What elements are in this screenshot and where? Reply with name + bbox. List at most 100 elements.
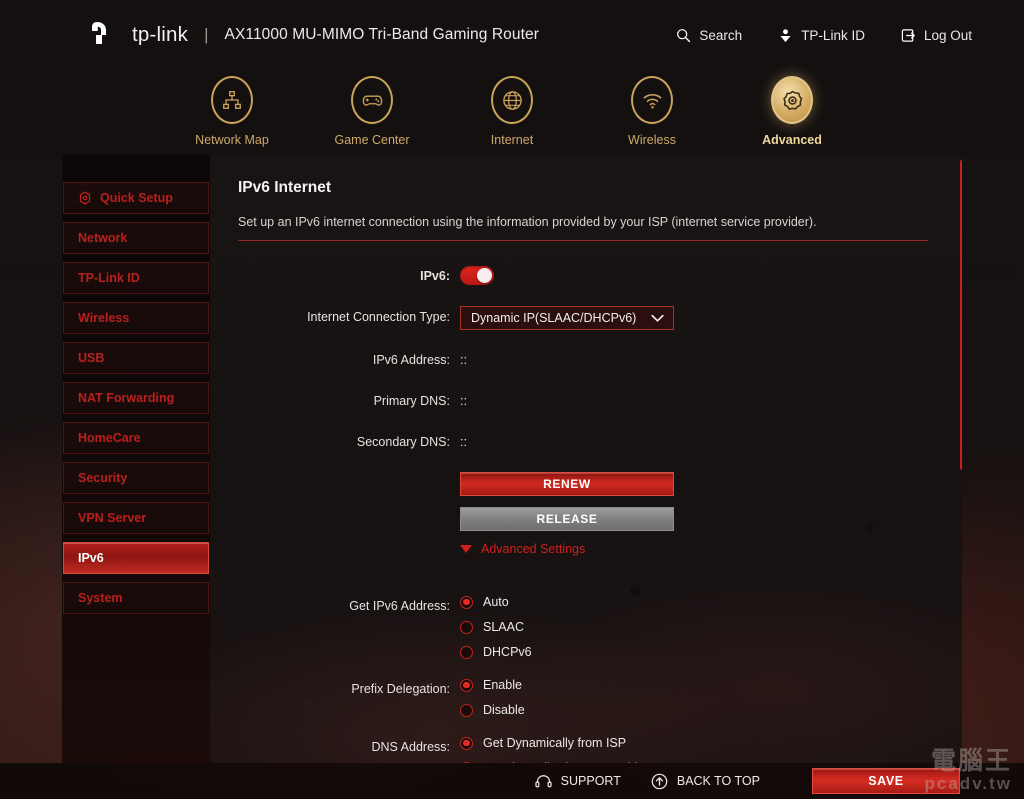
sidebar-item-security[interactable]: Security bbox=[63, 462, 209, 494]
sidebar-item-quick-setup[interactable]: Quick Setup bbox=[63, 182, 209, 214]
nav-label-wireless: Wireless bbox=[628, 133, 676, 147]
ipv6-toggle-switch[interactable] bbox=[460, 266, 494, 285]
arrow-up-circle-icon bbox=[651, 773, 668, 789]
network-map-icon bbox=[223, 91, 241, 109]
row-ipv6-toggle: IPv6: bbox=[238, 265, 928, 287]
nav-item-advanced[interactable]: Advanced bbox=[722, 70, 862, 158]
radio-option-dhcpv6[interactable]: DHCPv6 bbox=[460, 645, 532, 659]
page-title: IPv6 Internet bbox=[238, 179, 332, 196]
brand-separator: | bbox=[204, 25, 209, 44]
tp-link-id-icon bbox=[780, 28, 791, 42]
radio-icon-auto bbox=[460, 595, 473, 609]
save-button[interactable]: SAVE bbox=[812, 768, 960, 794]
nav-label-internet: Internet bbox=[490, 133, 534, 147]
main-navigation: Network Map Game Center Internet Wireles… bbox=[0, 70, 1024, 158]
radio-option-enable[interactable]: Enable bbox=[460, 678, 525, 692]
nav-label-game-center: Game Center bbox=[334, 133, 410, 147]
action-buttons-group: RENEW RELEASE Advanced Settings bbox=[460, 472, 674, 576]
radio-group-get-ipv6-address: Auto SLAAC DHCPv6 bbox=[460, 595, 532, 659]
panel-scrollbar-thumb[interactable] bbox=[960, 160, 962, 470]
radio-label-slaac: SLAAC bbox=[483, 620, 524, 634]
renew-button[interactable]: RENEW bbox=[460, 472, 674, 496]
gear-icon bbox=[782, 90, 802, 110]
page-description: Set up an IPv6 internet connection using… bbox=[238, 215, 928, 241]
gamepad-icon-wrap bbox=[351, 76, 393, 124]
headset-icon bbox=[535, 774, 552, 787]
sidebar-item-usb[interactable]: USB bbox=[63, 342, 209, 374]
tp-link-id-button[interactable]: TP-Link ID bbox=[778, 28, 865, 43]
nav-item-internet[interactable]: Internet bbox=[442, 70, 582, 158]
logout-button[interactable]: Log Out bbox=[901, 28, 972, 43]
wifi-icon-wrap bbox=[631, 76, 673, 124]
sidebar-item-vpn-server[interactable]: VPN Server bbox=[63, 502, 209, 534]
logout-icon bbox=[901, 28, 915, 42]
search-button[interactable]: Search bbox=[676, 28, 742, 43]
network-map-icon-wrap bbox=[211, 76, 253, 124]
connection-type-select[interactable]: Dynamic IP(SLAAC/DHCPv6) bbox=[460, 306, 674, 330]
label-primary-dns: Primary DNS: bbox=[373, 394, 450, 408]
header-actions: Search TP-Link ID Log Out bbox=[676, 28, 972, 43]
sidebar-label-quick-setup: Quick Setup bbox=[100, 191, 173, 205]
label-secondary-dns: Secondary DNS: bbox=[356, 435, 450, 449]
radio-label-dhcpv6: DHCPv6 bbox=[483, 645, 532, 659]
radio-label-disable: Disable bbox=[483, 703, 525, 717]
value-secondary-dns: :: bbox=[460, 435, 467, 449]
gear-icon-wrap bbox=[771, 76, 813, 124]
tp-link-logo-icon bbox=[92, 22, 106, 44]
radio-icon-get-dynamically bbox=[460, 736, 473, 750]
radio-label-auto: Auto bbox=[483, 595, 509, 609]
brand: tp-link | AX11000 MU-MIMO Tri-Band Gamin… bbox=[88, 20, 539, 50]
brand-name: tp-link bbox=[132, 23, 189, 46]
row-secondary-dns: Secondary DNS: :: bbox=[238, 431, 928, 453]
nav-item-game-center[interactable]: Game Center bbox=[302, 70, 442, 158]
nav-label-advanced: Advanced bbox=[762, 133, 822, 147]
support-button[interactable]: SUPPORT bbox=[535, 774, 621, 789]
advanced-settings-label: Advanced Settings bbox=[481, 542, 586, 556]
radio-icon-enable bbox=[460, 678, 473, 692]
router-admin-page: tp-link | AX11000 MU-MIMO Tri-Band Gamin… bbox=[0, 0, 1024, 799]
panel-scrollbar-track[interactable] bbox=[960, 160, 962, 758]
search-label: Search bbox=[699, 27, 743, 43]
sidebar-item-tp-link-id[interactable]: TP-Link ID bbox=[63, 262, 209, 294]
row-connection-type: Internet Connection Type: Dynamic IP(SLA… bbox=[238, 306, 928, 330]
caret-down-icon bbox=[460, 545, 472, 553]
label-dns-address: DNS Address: bbox=[371, 740, 450, 754]
radio-option-disable[interactable]: Disable bbox=[460, 703, 525, 717]
sidebar-label-wireless: Wireless bbox=[78, 311, 130, 325]
toggle-knob bbox=[477, 268, 492, 283]
sidebar-item-homecare[interactable]: HomeCare bbox=[63, 422, 209, 454]
radio-icon-disable bbox=[460, 703, 473, 717]
sidebar-item-network[interactable]: Network bbox=[63, 222, 209, 254]
sidebar-item-wireless[interactable]: Wireless bbox=[63, 302, 209, 334]
back-to-top-label: BACK TO TOP bbox=[676, 774, 760, 788]
chevron-down-icon bbox=[651, 314, 664, 322]
panel-content: IPv6 Internet Set up an IPv6 internet co… bbox=[210, 155, 962, 763]
radio-option-auto[interactable]: Auto bbox=[460, 595, 532, 609]
back-to-top-button[interactable]: BACK TO TOP bbox=[651, 773, 760, 790]
hex-gear-icon bbox=[79, 191, 91, 205]
row-primary-dns: Primary DNS: :: bbox=[238, 390, 928, 412]
nav-label-network-map: Network Map bbox=[195, 133, 269, 147]
radio-option-get-dynamically[interactable]: Get Dynamically from ISP bbox=[460, 736, 674, 750]
sidebar-label-tp-link-id: TP-Link ID bbox=[78, 271, 140, 285]
label-ipv6: IPv6: bbox=[420, 269, 450, 283]
radio-option-slaac[interactable]: SLAAC bbox=[460, 620, 532, 634]
main-panel: IPv6 Internet Set up an IPv6 internet co… bbox=[210, 155, 962, 763]
nav-item-network-map[interactable]: Network Map bbox=[162, 70, 302, 158]
sidebar-item-nat-forwarding[interactable]: NAT Forwarding bbox=[63, 382, 209, 414]
row-ipv6-address: IPv6 Address: :: bbox=[238, 349, 928, 371]
support-label: SUPPORT bbox=[560, 774, 621, 788]
globe-icon-wrap bbox=[491, 76, 533, 124]
sidebar-item-system[interactable]: System bbox=[63, 582, 209, 614]
sidebar-label-system: System bbox=[78, 591, 123, 605]
advanced-settings-toggle[interactable]: Advanced Settings bbox=[460, 542, 674, 556]
top-header: tp-link | AX11000 MU-MIMO Tri-Band Gamin… bbox=[0, 0, 1024, 70]
radio-icon-dhcpv6 bbox=[460, 645, 473, 659]
connection-type-value: Dynamic IP(SLAAC/DHCPv6) bbox=[471, 311, 637, 325]
sidebar-item-ipv6[interactable]: IPv6 bbox=[63, 542, 209, 574]
tp-link-id-label: TP-Link ID bbox=[801, 27, 865, 43]
release-button[interactable]: RELEASE bbox=[460, 507, 674, 531]
label-ipv6-address: IPv6 Address: bbox=[372, 353, 450, 367]
radio-label-enable: Enable bbox=[483, 678, 522, 692]
nav-item-wireless[interactable]: Wireless bbox=[582, 70, 722, 158]
